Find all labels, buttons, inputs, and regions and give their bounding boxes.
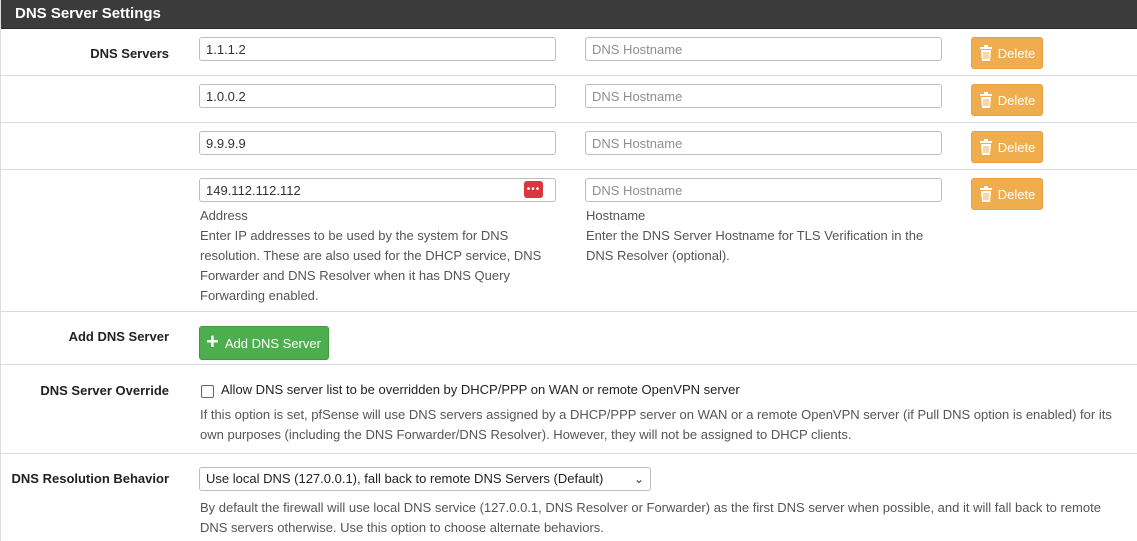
delete-label: Delete [997, 186, 1036, 202]
dns-address-input-4[interactable] [199, 178, 556, 202]
trash-icon [979, 186, 992, 202]
trash-icon [979, 45, 992, 61]
hostname-help-title: Hostname [586, 208, 646, 223]
dns-resolution-behavior-label: DNS Resolution Behavior [11, 471, 169, 486]
delete-label: Delete [997, 92, 1036, 108]
dns-address-input-2[interactable] [199, 84, 556, 108]
hostname-help-text: Enter the DNS Server Hostname for TLS Ve… [586, 228, 924, 263]
delete-button-3[interactable]: Delete [971, 131, 1043, 163]
dns-resolution-selected: Use local DNS (127.0.0.1), fall back to … [206, 471, 604, 486]
override-checkbox-label[interactable]: Allow DNS server list to be overridden b… [221, 382, 740, 397]
plus-icon: + [206, 329, 219, 354]
delete-button-4[interactable]: Delete [971, 178, 1043, 210]
hostname-help: Hostname Enter the DNS Server Hostname f… [586, 206, 931, 266]
delete-label: Delete [997, 139, 1036, 155]
address-help-title: Address [200, 208, 248, 223]
resolution-help: By default the firewall will use local D… [200, 500, 1101, 535]
dns-server-override-label: DNS Server Override [40, 383, 169, 398]
password-manager-icon[interactable]: ••• [524, 181, 543, 198]
dns-server-override-row: DNS Server Override Allow DNS server lis… [1, 365, 1137, 454]
dns-server-row-2: Delete [1, 76, 1137, 123]
dns-server-row-1: DNS Servers Delete [1, 29, 1137, 76]
dns-resolution-select[interactable]: Use local DNS (127.0.0.1), fall back to … [199, 467, 651, 491]
add-dns-server-button[interactable]: + Add DNS Server [199, 326, 329, 360]
dns-servers-label: DNS Servers [90, 46, 169, 61]
add-dns-server-button-label: Add DNS Server [224, 335, 321, 351]
dns-address-input-3[interactable] [199, 131, 556, 155]
dns-hostname-input-1[interactable] [585, 37, 942, 61]
override-help: If this option is set, pfSense will use … [200, 407, 1112, 442]
dns-server-row-4: ••• Delete Address Enter IP addresses to… [1, 170, 1137, 312]
panel-title: DNS Server Settings [1, 0, 1137, 29]
delete-label: Delete [997, 45, 1036, 61]
delete-button-2[interactable]: Delete [971, 84, 1043, 116]
address-help-text: Enter IP addresses to be used by the sys… [200, 228, 542, 303]
dns-hostname-input-4[interactable] [585, 178, 942, 202]
dns-server-row-3: Delete [1, 123, 1137, 170]
override-checkbox[interactable] [201, 385, 214, 398]
trash-icon [979, 139, 992, 155]
dns-address-input-1[interactable] [199, 37, 556, 61]
add-dns-server-label: Add DNS Server [68, 329, 169, 344]
dns-hostname-input-3[interactable] [585, 131, 942, 155]
delete-button-1[interactable]: Delete [971, 37, 1043, 69]
dns-server-settings-panel: DNS Server Settings DNS Servers Delete D… [0, 0, 1137, 541]
add-dns-server-row: Add DNS Server + Add DNS Server [1, 312, 1137, 365]
dns-hostname-input-2[interactable] [585, 84, 942, 108]
trash-icon [979, 92, 992, 108]
chevron-down-icon: ⌄ [633, 472, 644, 486]
address-help: Address Enter IP addresses to be used by… [200, 206, 560, 306]
dns-resolution-row: DNS Resolution Behavior Use local DNS (1… [1, 454, 1137, 541]
